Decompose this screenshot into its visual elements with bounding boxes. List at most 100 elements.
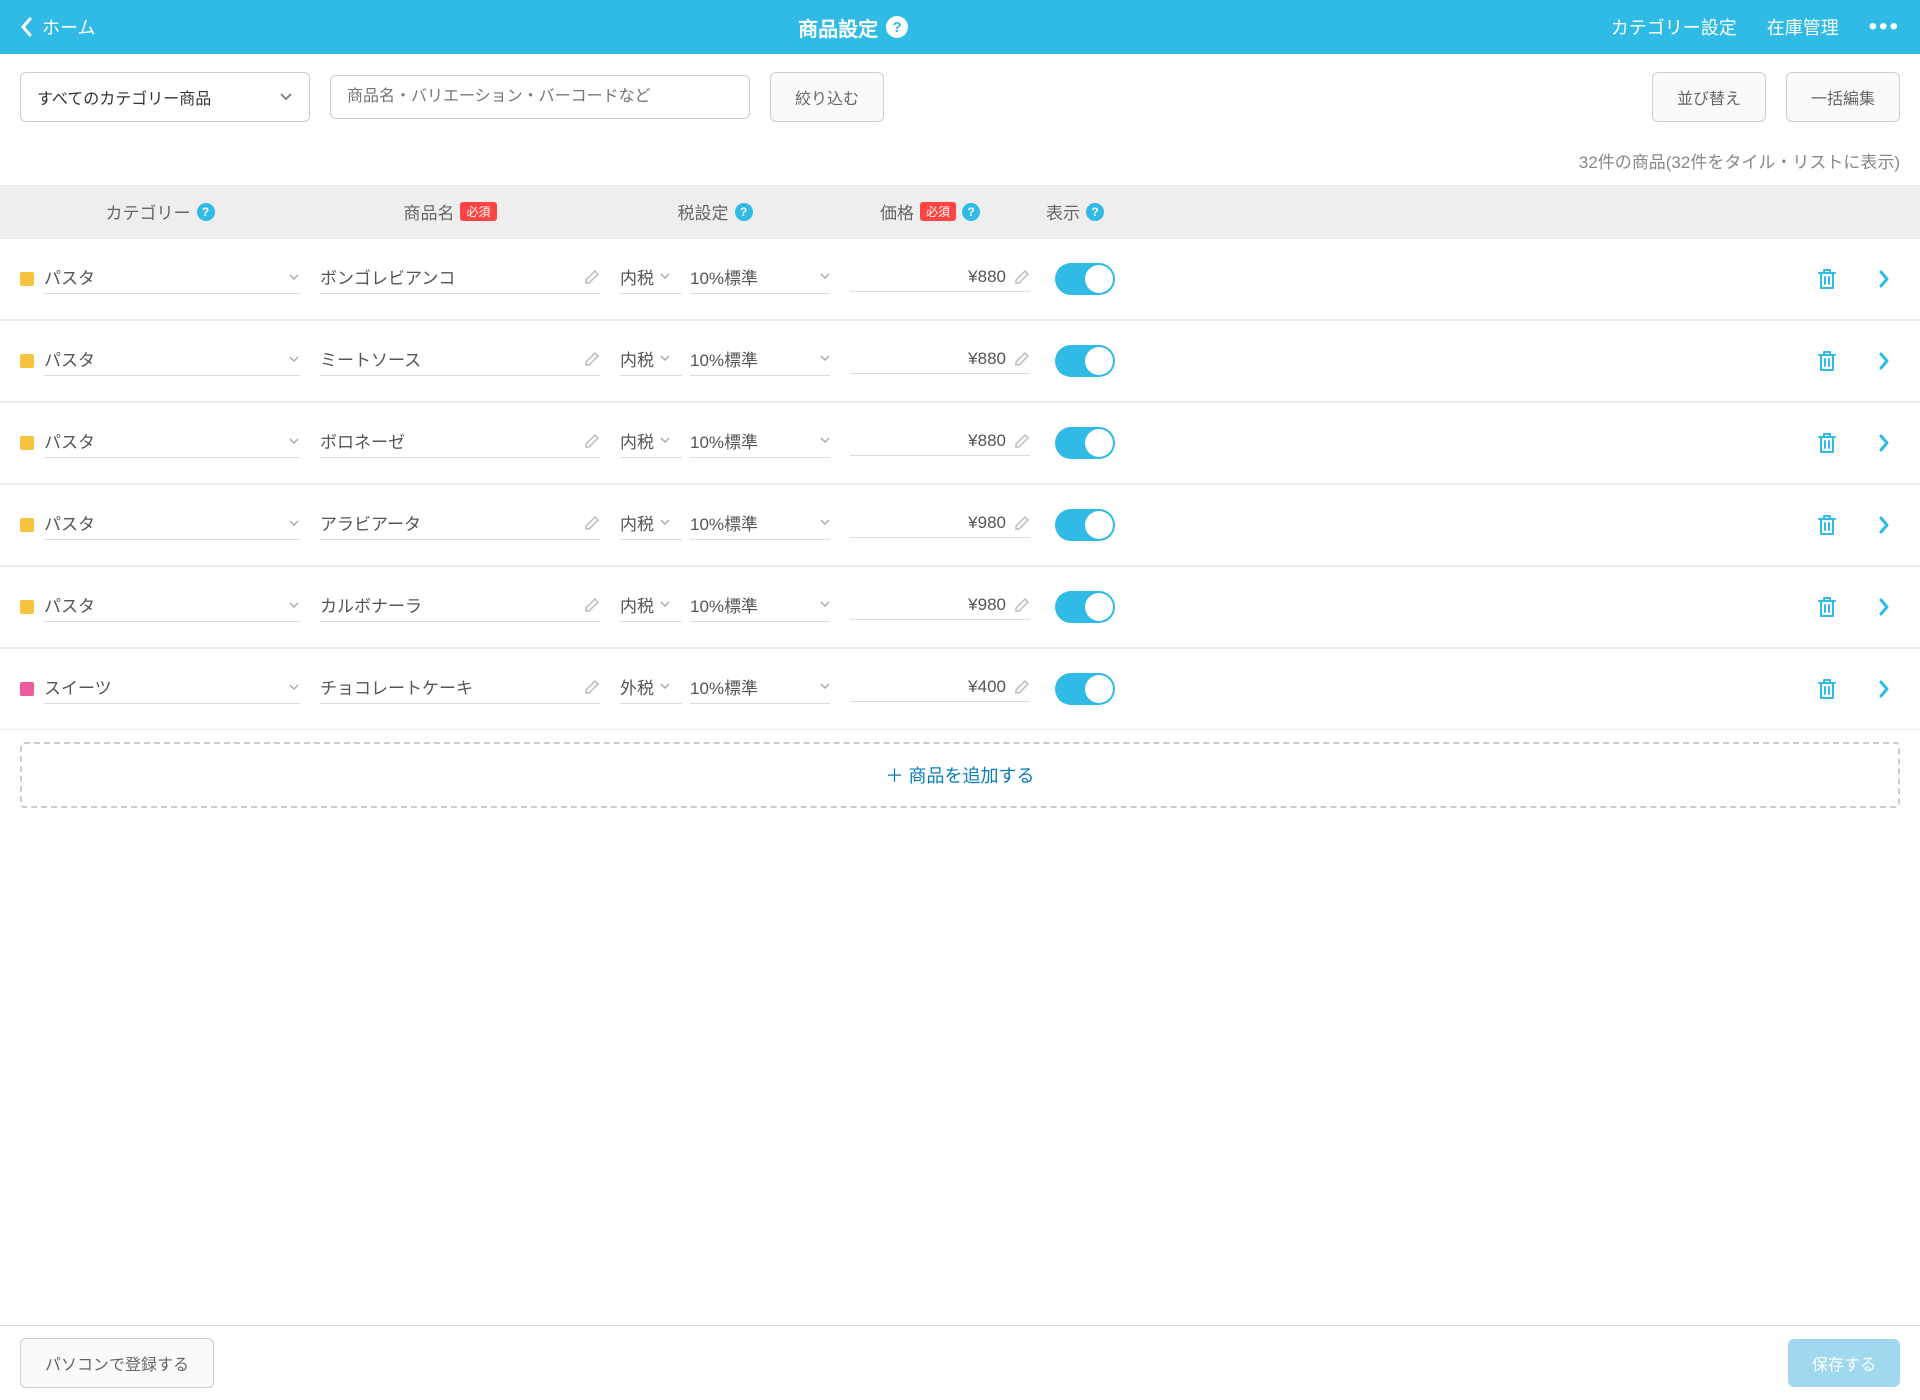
filter-button[interactable]: 絞り込む xyxy=(770,72,884,122)
trash-icon[interactable] xyxy=(1816,595,1838,619)
tax-type-select[interactable]: 内税 xyxy=(620,510,682,540)
back-label: ホーム xyxy=(42,14,95,40)
price-value: ¥400 xyxy=(968,677,1006,697)
filter-bar: すべてのカテゴリー商品 絞り込む 並び替え 一括編集 xyxy=(0,54,1920,140)
chevron-down-icon xyxy=(820,601,830,608)
table-row: パスタ アラビアータ 内税 10%標準 ¥980 xyxy=(0,484,1920,566)
category-select[interactable]: パスタ xyxy=(44,346,300,376)
product-name-input[interactable]: ボンゴレビアンコ xyxy=(320,264,600,294)
trash-icon[interactable] xyxy=(1816,267,1838,291)
category-select[interactable]: パスタ xyxy=(44,510,300,540)
price-input[interactable]: ¥980 xyxy=(850,513,1030,538)
tax-rate-select[interactable]: 10%標準 xyxy=(690,428,830,458)
sort-button[interactable]: 並び替え xyxy=(1652,72,1766,122)
chevron-right-icon[interactable] xyxy=(1878,680,1890,698)
visibility-toggle[interactable] xyxy=(1055,345,1115,377)
chevron-down-icon xyxy=(660,437,670,444)
tax-type-select[interactable]: 内税 xyxy=(620,346,682,376)
tax-rate-value: 10%標準 xyxy=(690,428,758,453)
tax-type-select[interactable]: 外税 xyxy=(620,674,682,704)
tax-type-select[interactable]: 内税 xyxy=(620,264,682,294)
back-button[interactable]: ホーム xyxy=(20,14,95,40)
trash-icon[interactable] xyxy=(1816,513,1838,537)
chevron-down-icon xyxy=(288,273,300,281)
category-color-icon xyxy=(20,436,34,450)
table-row: パスタ カルボナーラ 内税 10%標準 ¥980 xyxy=(0,566,1920,648)
tax-rate-select[interactable]: 10%標準 xyxy=(690,592,830,622)
chevron-right-icon[interactable] xyxy=(1878,598,1890,616)
chevron-right-icon[interactable] xyxy=(1878,516,1890,534)
product-name-input[interactable]: カルボナーラ xyxy=(320,592,600,622)
help-icon[interactable]: ? xyxy=(1086,203,1104,221)
category-value: スイーツ xyxy=(44,674,112,699)
register-on-pc-button[interactable]: パソコンで登録する xyxy=(20,1338,214,1388)
col-name-label: 商品名 xyxy=(403,199,454,224)
add-product-button[interactable]: ＋ 商品を追加する xyxy=(20,742,1900,808)
price-value: ¥880 xyxy=(968,267,1006,287)
bulk-edit-button[interactable]: 一括編集 xyxy=(1786,72,1900,122)
category-value: パスタ xyxy=(44,428,95,453)
chevron-down-icon xyxy=(279,92,293,102)
edit-icon xyxy=(1014,597,1030,613)
product-list: パスタ ボンゴレビアンコ 内税 10%標準 ¥880 xyxy=(0,238,1920,730)
category-select[interactable]: パスタ xyxy=(44,592,300,622)
price-input[interactable]: ¥880 xyxy=(850,431,1030,456)
help-icon[interactable]: ? xyxy=(735,203,753,221)
nav-category-settings[interactable]: カテゴリー設定 xyxy=(1611,14,1737,40)
product-name-value: アラビアータ xyxy=(320,510,421,535)
chevron-right-icon[interactable] xyxy=(1878,434,1890,452)
chevron-down-icon xyxy=(288,601,300,609)
header-nav: カテゴリー設定 在庫管理 ••• xyxy=(1611,13,1900,41)
edit-icon xyxy=(584,269,600,285)
edit-icon xyxy=(1014,351,1030,367)
nav-stock-management[interactable]: 在庫管理 xyxy=(1767,14,1839,40)
product-name-value: ミートソース xyxy=(320,346,421,371)
category-select[interactable]: パスタ xyxy=(44,264,300,294)
edit-icon xyxy=(1014,433,1030,449)
category-select[interactable]: すべてのカテゴリー商品 xyxy=(20,72,310,122)
product-name-input[interactable]: アラビアータ xyxy=(320,510,600,540)
category-select[interactable]: パスタ xyxy=(44,428,300,458)
chevron-down-icon xyxy=(820,683,830,690)
price-input[interactable]: ¥880 xyxy=(850,267,1030,292)
help-icon[interactable]: ? xyxy=(197,203,215,221)
help-icon[interactable]: ? xyxy=(886,16,908,38)
price-value: ¥980 xyxy=(968,513,1006,533)
price-input[interactable]: ¥880 xyxy=(850,349,1030,374)
tax-type-select[interactable]: 内税 xyxy=(620,592,682,622)
product-name-input[interactable]: ボロネーゼ xyxy=(320,428,600,458)
product-name-value: ボロネーゼ xyxy=(320,428,405,453)
tax-rate-value: 10%標準 xyxy=(690,510,758,535)
col-category-label: カテゴリー xyxy=(106,199,191,224)
visibility-toggle[interactable] xyxy=(1055,591,1115,623)
trash-icon[interactable] xyxy=(1816,431,1838,455)
price-input[interactable]: ¥400 xyxy=(850,677,1030,702)
visibility-toggle[interactable] xyxy=(1055,427,1115,459)
tax-rate-select[interactable]: 10%標準 xyxy=(690,674,830,704)
help-icon[interactable]: ? xyxy=(962,203,980,221)
product-name-input[interactable]: チョコレートケーキ xyxy=(320,674,600,704)
more-menu-icon[interactable]: ••• xyxy=(1869,13,1900,41)
chevron-right-icon[interactable] xyxy=(1878,352,1890,370)
tax-type-select[interactable]: 内税 xyxy=(620,428,682,458)
chevron-right-icon[interactable] xyxy=(1878,270,1890,288)
trash-icon[interactable] xyxy=(1816,677,1838,701)
chevron-down-icon xyxy=(288,683,300,691)
trash-icon[interactable] xyxy=(1816,349,1838,373)
visibility-toggle[interactable] xyxy=(1055,509,1115,541)
tax-rate-select[interactable]: 10%標準 xyxy=(690,510,830,540)
product-name-input[interactable]: ミートソース xyxy=(320,346,600,376)
tax-type-value: 内税 xyxy=(620,428,654,453)
table-row: パスタ ボンゴレビアンコ 内税 10%標準 ¥880 xyxy=(0,238,1920,320)
save-button[interactable]: 保存する xyxy=(1788,1339,1900,1387)
product-name-value: ボンゴレビアンコ xyxy=(320,264,455,289)
price-input[interactable]: ¥980 xyxy=(850,595,1030,620)
search-input[interactable] xyxy=(330,75,750,119)
category-select[interactable]: スイーツ xyxy=(44,674,300,704)
visibility-toggle[interactable] xyxy=(1055,263,1115,295)
price-value: ¥880 xyxy=(968,349,1006,369)
tax-rate-select[interactable]: 10%標準 xyxy=(690,264,830,294)
visibility-toggle[interactable] xyxy=(1055,673,1115,705)
tax-rate-select[interactable]: 10%標準 xyxy=(690,346,830,376)
col-price-label: 価格 xyxy=(880,199,914,224)
